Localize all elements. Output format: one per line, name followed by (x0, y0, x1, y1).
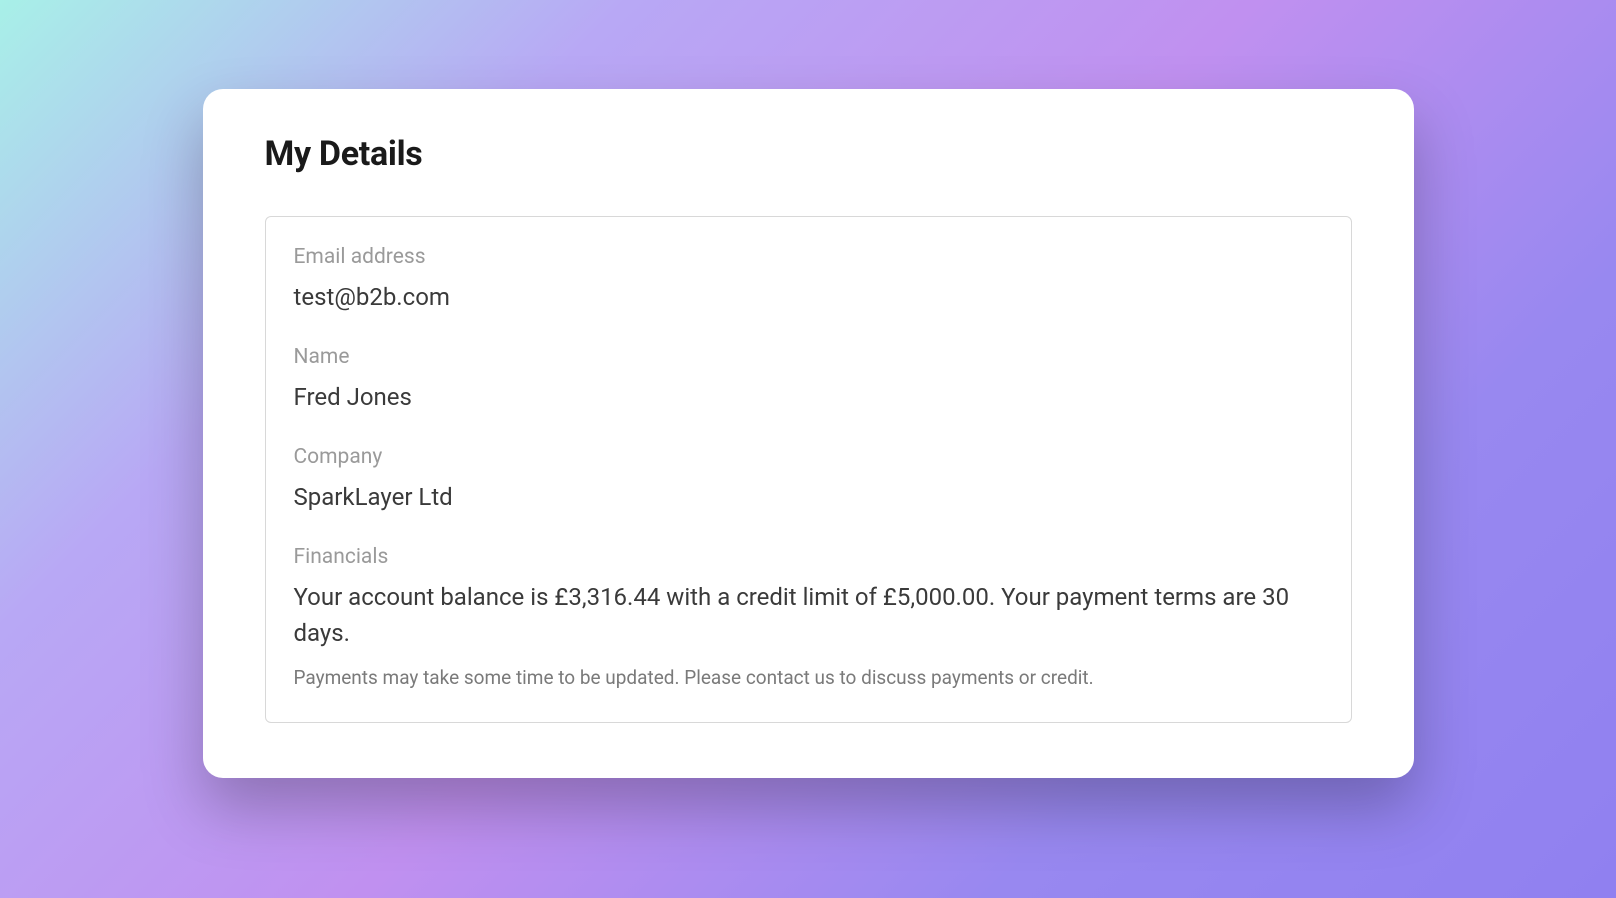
email-field: Email address test@b2b.com (294, 245, 1323, 315)
name-value: Fred Jones (294, 379, 1323, 415)
email-label: Email address (294, 245, 1323, 269)
name-field: Name Fred Jones (294, 345, 1323, 415)
company-field: Company SparkLayer Ltd (294, 445, 1323, 515)
page-title: My Details (265, 134, 1352, 174)
company-value: SparkLayer Ltd (294, 479, 1323, 515)
financials-note: Payments may take some time to be update… (294, 665, 1323, 692)
email-value: test@b2b.com (294, 279, 1323, 315)
name-label: Name (294, 345, 1323, 369)
financials-value: Your account balance is £3,316.44 with a… (294, 579, 1323, 651)
financials-field: Financials Your account balance is £3,31… (294, 545, 1323, 692)
company-label: Company (294, 445, 1323, 469)
details-box: Email address test@b2b.com Name Fred Jon… (265, 216, 1352, 723)
details-card: My Details Email address test@b2b.com Na… (203, 89, 1414, 778)
financials-label: Financials (294, 545, 1323, 569)
